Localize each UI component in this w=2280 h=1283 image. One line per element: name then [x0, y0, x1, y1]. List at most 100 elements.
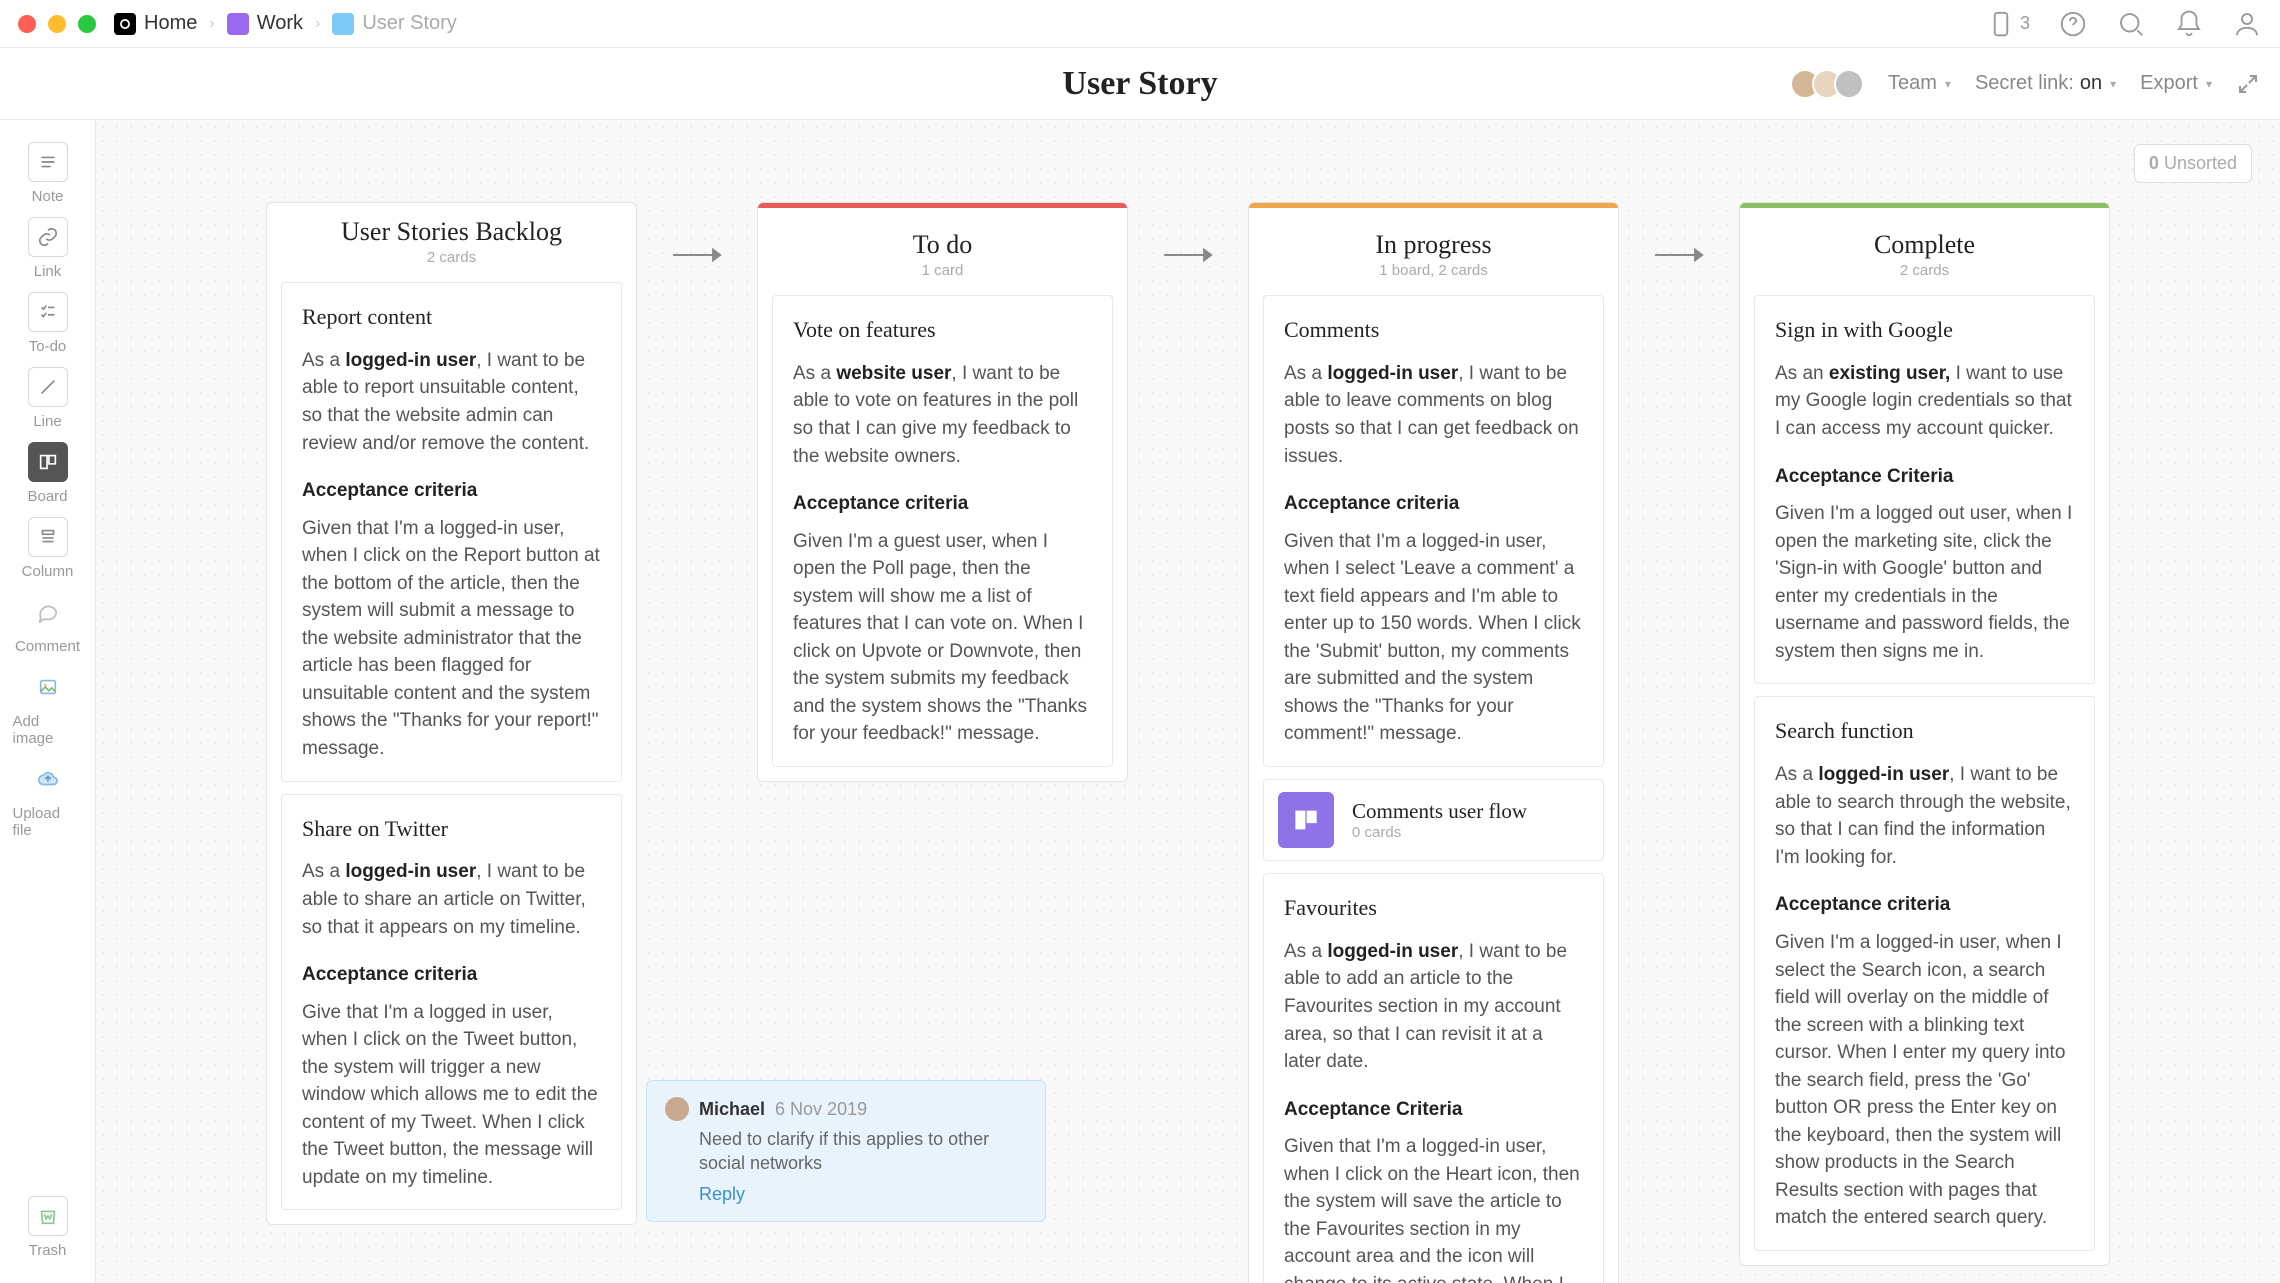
tool-comment-label: Comment: [15, 638, 80, 655]
card-share-twitter[interactable]: Share on Twitter As a logged-in user, I …: [281, 794, 622, 1211]
breadcrumb-home[interactable]: Home: [114, 12, 197, 35]
tool-add-image[interactable]: Add image: [13, 663, 83, 751]
secret-link-dropdown[interactable]: Secret link: on▾: [1975, 72, 2116, 95]
help-icon[interactable]: [2058, 9, 2088, 39]
comment-date: 6 Nov 2019: [775, 1099, 867, 1120]
tool-add-image-label: Add image: [13, 713, 83, 747]
card-vote-features[interactable]: Vote on features As a website user, I wa…: [772, 295, 1113, 767]
tool-trash-label: Trash: [29, 1242, 67, 1259]
tool-note[interactable]: Note: [13, 138, 83, 209]
column-header: Complete 2 cards: [1754, 230, 2095, 283]
acceptance-criteria-body: Give that I'm a logged in user, when I c…: [302, 999, 601, 1192]
card-sign-in-google[interactable]: Sign in with Google As an existing user,…: [1754, 295, 2095, 684]
card-report-content[interactable]: Report content As a logged-in user, I wa…: [281, 282, 622, 782]
comment-reply-link[interactable]: Reply: [699, 1184, 1027, 1205]
card-body: As a logged-in user, I want to be able t…: [302, 347, 601, 457]
acceptance-criteria-body: Given I'm a guest user, when I open the …: [793, 528, 1092, 748]
export-dropdown[interactable]: Export▾: [2140, 72, 2212, 95]
acceptance-criteria-body: Given I'm a logged out user, when I open…: [1775, 500, 2074, 665]
search-icon[interactable]: [2116, 9, 2146, 39]
card-favourites[interactable]: Favourites As a logged-in user, I want t…: [1263, 873, 1604, 1283]
card-body: As a logged-in user, I want to be able t…: [302, 858, 601, 941]
tool-board[interactable]: Board: [13, 438, 83, 509]
link-icon: [28, 217, 68, 257]
comment-author: Michael: [699, 1099, 765, 1120]
acceptance-criteria-body: Given that I'm a logged-in user, when I …: [1284, 528, 1583, 748]
note-icon: [28, 142, 68, 182]
card-title: Favourites: [1284, 892, 1583, 924]
title-bar: User Story Team▾ Secret link: on▾ Export…: [0, 48, 2280, 120]
chevron-down-icon: ▾: [2206, 77, 2212, 91]
card-body: As an existing user, I want to use my Go…: [1775, 360, 2074, 443]
column-icon: [28, 517, 68, 557]
close-window-icon[interactable]: [18, 15, 36, 33]
breadcrumb-home-label: Home: [144, 12, 197, 35]
card-comments-user-flow[interactable]: Comments user flow 0 cards: [1263, 779, 1604, 861]
header-actions: 3: [1986, 9, 2262, 39]
secret-link-label: Secret link:: [1975, 72, 2074, 95]
column-in-progress[interactable]: In progress 1 board, 2 cards Comments As…: [1248, 202, 1619, 1283]
tool-link[interactable]: Link: [13, 213, 83, 284]
column-header: To do 1 card: [772, 230, 1113, 283]
acceptance-criteria-heading: Acceptance criteria: [793, 490, 1092, 518]
breadcrumb-work[interactable]: Work: [227, 12, 303, 35]
window-controls: [18, 15, 96, 33]
device-count[interactable]: 3: [1986, 9, 2030, 39]
chevron-down-icon: ▾: [1945, 77, 1951, 91]
breadcrumb-current-label: User Story: [362, 12, 456, 35]
column-header: User Stories Backlog 2 cards: [281, 217, 622, 270]
breadcrumb-current[interactable]: User Story: [332, 12, 456, 35]
tool-comment[interactable]: Comment: [13, 588, 83, 659]
flow-card-subtitle: 0 cards: [1352, 824, 1527, 841]
tool-line[interactable]: Line: [13, 363, 83, 434]
tool-column[interactable]: Column: [13, 513, 83, 584]
chevron-right-icon: ›: [315, 15, 320, 33]
tool-todo-label: To-do: [29, 338, 67, 355]
tool-todo[interactable]: To-do: [13, 288, 83, 359]
team-dropdown[interactable]: Team▾: [1888, 72, 1951, 95]
card-body: As a logged-in user, I want to be able t…: [1284, 360, 1583, 470]
board-icon: [1278, 792, 1334, 848]
acceptance-criteria-body: Given I'm a logged-in user, when I selec…: [1775, 929, 2074, 1232]
collaborator-avatars[interactable]: [1798, 69, 1864, 99]
column-backlog[interactable]: User Stories Backlog 2 cards Report cont…: [266, 202, 637, 1225]
arrow-icon: [1162, 242, 1214, 273]
bell-icon[interactable]: [2174, 9, 2204, 39]
tool-board-label: Board: [27, 488, 67, 505]
canvas[interactable]: 0 Unsorted User Stories Backlog 2 cards …: [96, 120, 2280, 1283]
card-comments[interactable]: Comments As a logged-in user, I want to …: [1263, 295, 1604, 767]
card-title: Vote on features: [793, 314, 1092, 346]
acceptance-criteria-heading: Acceptance Criteria: [1775, 463, 2074, 491]
user-icon[interactable]: [2232, 9, 2262, 39]
comment-popup[interactable]: Michael 6 Nov 2019 Need to clarify if th…: [646, 1080, 1046, 1222]
home-icon: [114, 13, 136, 35]
column-complete[interactable]: Complete 2 cards Sign in with Google As …: [1739, 202, 2110, 1266]
tool-trash[interactable]: Trash: [13, 1192, 83, 1263]
comment-header: Michael 6 Nov 2019: [665, 1097, 1027, 1121]
column-title: In progress: [1263, 230, 1604, 260]
comment-body: Need to clarify if this applies to other…: [699, 1127, 1027, 1176]
folder-icon: [227, 13, 249, 35]
column-todo[interactable]: To do 1 card Vote on features As a websi…: [757, 202, 1128, 782]
image-icon: [28, 667, 68, 707]
expand-icon[interactable]: [2236, 72, 2260, 96]
unsorted-badge[interactable]: 0 Unsorted: [2134, 144, 2252, 183]
avatar: [665, 1097, 689, 1121]
tool-upload-label: Upload file: [13, 805, 83, 839]
tool-upload-file[interactable]: Upload file: [13, 755, 83, 843]
avatar: [1834, 69, 1864, 99]
card-title: Search function: [1775, 715, 2074, 747]
column-subtitle: 2 cards: [1754, 262, 2095, 279]
column-accent: [1249, 203, 1618, 208]
unsorted-count: 0: [2149, 153, 2159, 173]
tool-note-label: Note: [32, 188, 64, 205]
arrow-icon: [1653, 242, 1705, 273]
column-accent: [1740, 203, 2109, 208]
maximize-window-icon[interactable]: [78, 15, 96, 33]
card-body: As a logged-in user, I want to be able t…: [1775, 761, 2074, 871]
column-accent: [758, 203, 1127, 208]
unsorted-label: Unsorted: [2164, 153, 2237, 173]
card-search-function[interactable]: Search function As a logged-in user, I w…: [1754, 696, 2095, 1251]
board-icon: [28, 442, 68, 482]
minimize-window-icon[interactable]: [48, 15, 66, 33]
